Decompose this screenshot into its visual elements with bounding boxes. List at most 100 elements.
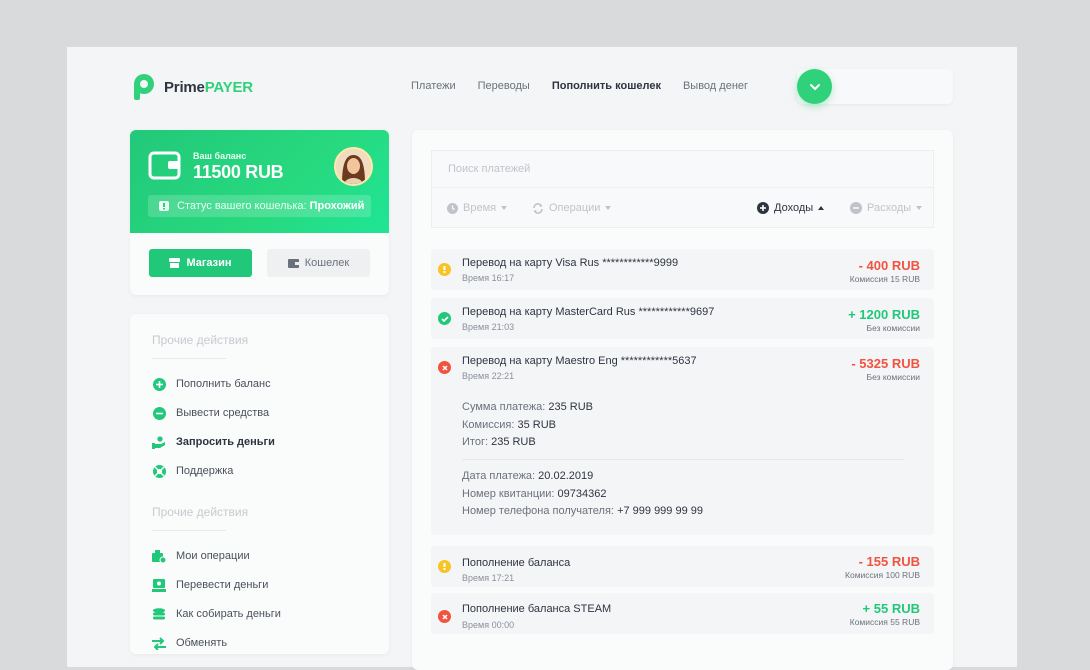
actions-card: Прочие действия Пополнить баланс Вывести… (130, 314, 389, 654)
detail-label: Дата платежа: (462, 470, 536, 482)
detail-label: Итог: (462, 436, 489, 448)
nav-payments[interactable]: Платежи (411, 80, 456, 92)
nav-top-up[interactable]: Пополнить кошелек (552, 80, 661, 92)
transaction-title: Пополнение баланса (462, 557, 571, 569)
wallet-button[interactable]: Кошелек (267, 249, 370, 277)
filter-operations[interactable]: Операции (532, 202, 612, 214)
action-label: Запросить деньги (176, 436, 275, 448)
filter-income[interactable]: Доходы (757, 202, 825, 214)
minus-circle-icon (152, 406, 166, 420)
balance-value: 11500 RUB (193, 162, 284, 182)
action-collect-money[interactable]: Как собирать деньги (152, 607, 281, 621)
failed-icon (438, 610, 451, 623)
transaction-row[interactable]: Перевод на карту MasterCard Rus ********… (431, 298, 934, 339)
clock-icon (447, 202, 458, 214)
detail-label: Сумма платежа: (462, 401, 546, 413)
avatar[interactable] (334, 147, 373, 186)
brand-name-accent: PAYER (204, 78, 253, 96)
search-input[interactable]: Поиск платежей (431, 150, 934, 187)
detail-value: 35 RUB (517, 419, 556, 431)
transaction-amount: - 400 RUB (858, 258, 920, 273)
user-menu-toggle[interactable] (797, 69, 832, 104)
detail-value: 09734362 (557, 488, 607, 500)
wallet-icon (148, 150, 181, 185)
balance-label: Ваш баланс (193, 151, 247, 161)
transaction-amount: - 5325 RUB (851, 356, 920, 371)
detail-total: Итог: 235 RUB (462, 436, 536, 448)
operations-icon (152, 549, 166, 563)
logo-icon (130, 73, 156, 101)
transaction-fee: Комиссия 55 RUB (849, 617, 920, 627)
transaction-fee: Без комиссии (866, 372, 920, 382)
nav-transfers[interactable]: Переводы (478, 80, 530, 92)
detail-label: Номер телефона получателя: (462, 505, 614, 517)
chevron-down-icon (809, 83, 820, 90)
shop-button-label: Магазин (186, 257, 232, 269)
action-request-money[interactable]: Запросить деньги (152, 435, 275, 449)
coins-icon (152, 607, 166, 621)
lifebuoy-icon (152, 464, 166, 478)
detail-fee: Комиссия: 35 RUB (462, 419, 556, 431)
pending-icon (438, 560, 451, 573)
transaction-title: Пополнение баланса STEAM (462, 603, 612, 615)
wallet-small-icon (287, 258, 299, 268)
transaction-fee: Комиссия 100 RUB (845, 570, 920, 580)
caret-down-icon (605, 206, 612, 210)
transaction-row[interactable]: Пополнение баланса Время 17:21 - 155 RUB… (431, 546, 934, 587)
transaction-row[interactable]: Пополнение баланса STEAM Время 00:00 + 5… (431, 593, 934, 634)
transaction-title: Перевод на карту Visa Rus ************99… (462, 257, 679, 269)
balance-card: Ваш баланс 11500 RUB Статус вашего кошел… (130, 130, 389, 295)
transaction-row[interactable]: Перевод на карту Visa Rus ************99… (431, 249, 934, 290)
detail-value: +7 999 999 99 99 (617, 505, 704, 517)
money-transfer-icon (152, 578, 166, 592)
user-menu[interactable] (797, 69, 953, 104)
caret-up-icon (818, 206, 825, 210)
action-support[interactable]: Поддержка (152, 464, 233, 478)
success-icon (438, 312, 451, 325)
action-label: Поддержка (176, 465, 234, 477)
filter-time-label: Время (463, 202, 497, 214)
divider (152, 530, 226, 531)
detail-date: Дата платежа: 20.02.2019 (462, 470, 593, 482)
filter-expenses[interactable]: Расходы (850, 202, 923, 214)
transaction-time: Время 22:21 (462, 371, 515, 381)
filter-expenses-label: Расходы (867, 202, 912, 214)
minus-circle-icon (850, 202, 862, 214)
top-nav: Платежи Переводы Пополнить кошелек Вывод… (411, 80, 748, 92)
refresh-icon (533, 202, 543, 214)
section-title: Прочие действия (152, 505, 249, 519)
plus-circle-icon (152, 377, 166, 391)
alert-icon (159, 201, 169, 211)
wallet-status: Статус вашего кошелька: Прохожий (148, 195, 371, 217)
pending-icon (438, 263, 451, 276)
divider (462, 459, 904, 460)
action-withdraw[interactable]: Вывести средства (152, 406, 269, 420)
exchange-icon (152, 636, 166, 650)
detail-value: 235 RUB (491, 436, 536, 448)
transaction-time: Время 17:21 (462, 573, 515, 583)
hand-money-icon (152, 435, 166, 449)
action-exchange[interactable]: Обменять (152, 636, 227, 650)
wallet-button-label: Кошелек (304, 257, 350, 269)
action-top-up[interactable]: Пополнить баланс (152, 377, 271, 391)
detail-label: Номер квитанции: (462, 488, 555, 500)
transaction-title: Перевод на карту MasterCard Rus ********… (462, 306, 715, 318)
action-label: Пополнить баланс (176, 378, 271, 390)
filter-operations-label: Операции (549, 202, 601, 214)
transaction-title: Перевод на карту Maestro Eng ***********… (462, 355, 697, 367)
detail-label: Комиссия: (462, 419, 515, 431)
wallet-status-label: Статус вашего кошелька: (177, 200, 307, 212)
filter-time[interactable]: Время (447, 202, 508, 214)
brand-logo[interactable]: PrimePAYER (130, 73, 253, 101)
nav-withdraw[interactable]: Вывод денег (683, 80, 748, 92)
detail-sum: Сумма платежа: 235 RUB (462, 401, 593, 413)
balance-header: Ваш баланс 11500 RUB Статус вашего кошел… (130, 130, 389, 233)
action-transfer-money[interactable]: Перевести деньги (152, 578, 268, 592)
action-my-operations[interactable]: Мои операции (152, 549, 250, 563)
wallet-status-value: Прохожий (309, 200, 365, 212)
transaction-time: Время 16:17 (462, 273, 515, 283)
shop-button[interactable]: Магазин (149, 249, 252, 277)
payments-panel: Поиск платежей Время Операции Доходы Рас… (412, 130, 953, 670)
action-label: Вывести средства (176, 407, 270, 419)
store-icon (169, 258, 181, 268)
